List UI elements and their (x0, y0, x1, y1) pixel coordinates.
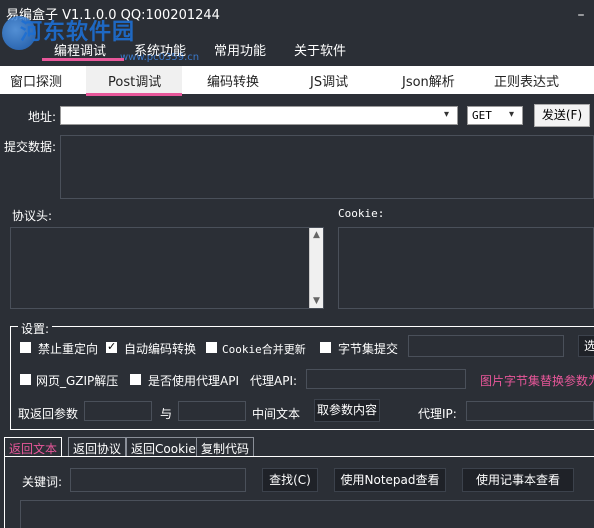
tab-encoding-convert[interactable]: 编码转换 (207, 71, 259, 90)
cookie-label: Cookie: (338, 207, 385, 220)
submit-data-label: 提交数据: (4, 140, 57, 154)
method-value: GET (472, 109, 492, 122)
method-select[interactable]: GET ▾ (467, 106, 523, 125)
gzip-label: 网页_GZIP解压 (36, 374, 119, 388)
minimize-button[interactable]: – (572, 6, 590, 24)
proxy-api-label: 代理API: (250, 374, 298, 388)
notepad-view-button[interactable]: 使用Notepad查看 (334, 468, 446, 492)
tab-copy-code[interactable]: 复制代码 (196, 437, 255, 457)
middle-text-label: 中间文本 (252, 407, 301, 421)
notebook-view-button[interactable]: 使用记事本查看 (462, 468, 574, 492)
use-proxy-api-label: 是否使用代理API (148, 374, 239, 388)
result-textarea[interactable] (20, 500, 594, 528)
no-redirect-label: 禁止重定向 (38, 342, 99, 356)
proxy-api-input[interactable] (306, 369, 466, 389)
menu-about[interactable]: 关于软件 (294, 40, 346, 59)
submit-data-textarea[interactable] (60, 135, 594, 199)
keyword-input[interactable] (70, 468, 246, 492)
menu-system-functions[interactable]: 系统功能 (134, 40, 186, 59)
find-button[interactable]: 查找(C) (262, 468, 318, 492)
proxy-ip-label: 代理IP: (418, 407, 457, 421)
sub-tabs: 窗口探测 Post调试 编码转换 JS调试 Json解析 正则表达式 (0, 66, 594, 94)
address-combobox[interactable]: ▾ (60, 106, 458, 125)
tab-return-cookie[interactable]: 返回Cookie (126, 437, 201, 457)
menu-common-functions[interactable]: 常用功能 (214, 40, 266, 59)
charset-submit-checkbox[interactable] (320, 342, 331, 353)
sub-tab-active-indicator (86, 93, 182, 96)
tab-window-probe[interactable]: 窗口探测 (10, 71, 62, 90)
tab-return-protocol[interactable]: 返回协议 (68, 437, 127, 457)
select-button[interactable]: 选 (578, 335, 594, 357)
proxy-ip-input[interactable] (466, 401, 594, 421)
extract-label: 取返回参数 (18, 407, 79, 421)
chevron-down-icon[interactable]: ▾ (509, 110, 519, 120)
scroll-down-icon[interactable]: ▼ (310, 294, 323, 308)
tab-post-debug[interactable]: Post调试 (108, 71, 161, 90)
use-proxy-api-checkbox[interactable] (130, 374, 141, 385)
headers-scrollbar[interactable]: ▲ ▼ (309, 228, 323, 308)
settings-label: 设置: (18, 320, 53, 337)
charset-input[interactable] (408, 335, 564, 357)
cookie-merge-label: Cookie合并更新 (222, 343, 306, 356)
extract-end-input[interactable] (178, 401, 246, 421)
keyword-label: 关键词: (22, 475, 63, 489)
send-button[interactable]: 发送(F) (534, 104, 590, 127)
tab-regex[interactable]: 正则表达式 (494, 71, 559, 90)
gzip-checkbox[interactable] (20, 374, 31, 385)
menu-programming-debug[interactable]: 编程调试 (54, 40, 106, 59)
address-label: 地址: (28, 110, 57, 124)
chevron-down-icon[interactable]: ▾ (444, 110, 454, 120)
extract-start-input[interactable] (84, 401, 152, 421)
cookie-textarea[interactable] (338, 227, 594, 309)
charset-submit-label: 字节集提交 (338, 342, 399, 356)
image-charset-hint: 图片字节集替换参数为 (480, 374, 594, 388)
cookie-merge-checkbox[interactable] (206, 342, 217, 353)
auto-encoding-checkbox[interactable] (106, 340, 117, 353)
menu-active-indicator (42, 58, 124, 61)
headers-textarea[interactable]: ▲ ▼ (10, 227, 324, 309)
tab-json-parse[interactable]: Json解析 (402, 71, 455, 90)
auto-encoding-label: 自动编码转换 (124, 342, 197, 356)
tab-js-debug[interactable]: JS调试 (310, 71, 348, 90)
headers-label: 协议头: (12, 209, 53, 223)
tab-return-text[interactable]: 返回文本 (4, 437, 63, 457)
extract-button[interactable]: 取参数内容 (314, 399, 380, 422)
no-redirect-checkbox[interactable] (20, 342, 31, 353)
and-label: 与 (160, 407, 173, 421)
scroll-up-icon[interactable]: ▲ (310, 228, 323, 242)
